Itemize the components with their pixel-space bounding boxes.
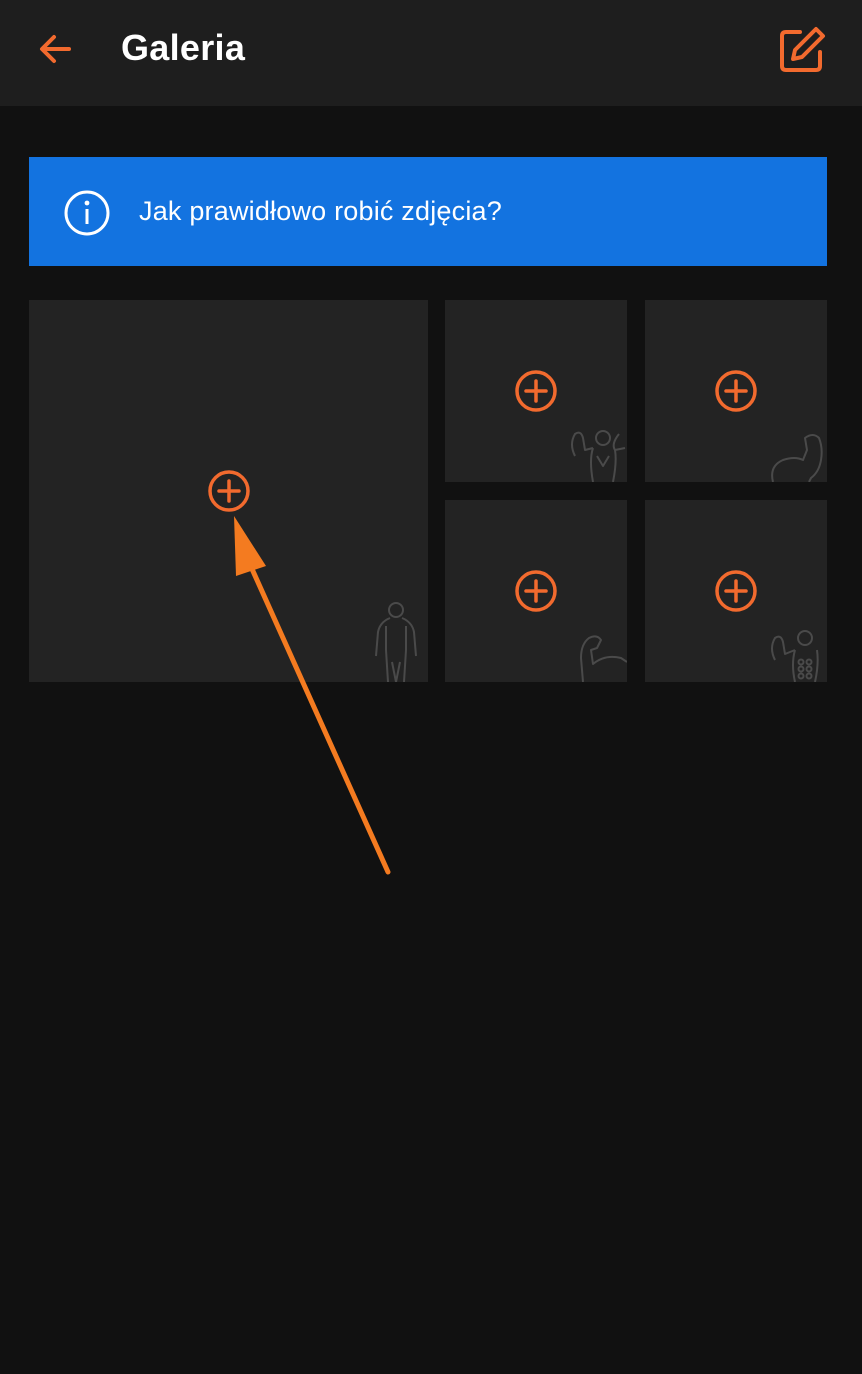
- photo-slot-arm-flex[interactable]: [445, 500, 627, 682]
- flexed-arm-icon: [580, 635, 627, 682]
- add-circle-icon: [715, 570, 757, 612]
- add-circle-icon: [715, 370, 757, 412]
- photo-tips-banner[interactable]: Jak prawidłowo robić zdjęcia?: [29, 157, 827, 266]
- flexed-arm-side-icon: [771, 434, 823, 482]
- full-body-front-icon: [375, 602, 417, 682]
- photo-slot-front-abs[interactable]: [645, 500, 827, 682]
- add-circle-icon: [515, 570, 557, 612]
- add-circle-icon: [207, 470, 250, 512]
- add-circle-icon: [515, 370, 557, 412]
- edit-square-icon: [780, 27, 825, 72]
- back-double-biceps-icon: [571, 430, 626, 482]
- banner-text: Jak prawidłowo robić zdjęcia?: [139, 196, 502, 226]
- arrow-left-icon: [40, 35, 71, 63]
- page-title: Galeria: [121, 27, 246, 68]
- front-abs-pose-icon: [771, 630, 819, 682]
- photo-slot-back-pose[interactable]: [445, 300, 627, 482]
- back-button[interactable]: [28, 22, 82, 76]
- photo-slot-front-body[interactable]: [29, 300, 428, 682]
- edit-button[interactable]: [770, 18, 834, 82]
- photo-slot-side-biceps[interactable]: [645, 300, 827, 482]
- info-circle-icon: [64, 190, 110, 236]
- app-header: Galeria: [0, 0, 862, 106]
